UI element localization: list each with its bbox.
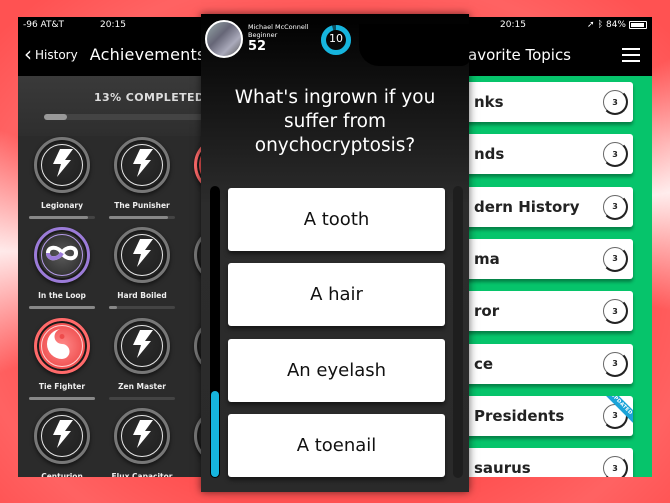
achievement-progress-bar <box>29 306 95 309</box>
achievement-name: Zen Master <box>118 382 166 391</box>
lightning-icon <box>131 149 153 181</box>
topic-name: ror <box>474 302 500 321</box>
achievement-name: Flux Capacitor <box>111 472 173 477</box>
completion-progress-bar <box>44 114 208 120</box>
topics-screen: 20:15 ➚ ᛒ 84% avorite Topics nks 3 nds 3 der… <box>440 17 652 477</box>
status-bar: 20:15 ➚ ᛒ 84% <box>440 17 652 33</box>
topic-name: dern History <box>474 197 580 216</box>
opponent-area <box>359 24 469 66</box>
topic-level-badge: 3 <box>602 141 628 168</box>
achievement-progress-fill <box>29 306 95 309</box>
status-indicators: ➚ ᛒ 84% <box>587 20 647 30</box>
topic-level-badge: 3 <box>602 245 628 272</box>
topic-name: nds <box>474 145 505 164</box>
lightning-icon <box>131 239 153 271</box>
answer-button[interactable]: A toenail <box>228 414 445 477</box>
yin-yang-icon <box>45 327 79 365</box>
achievement-progress-bar <box>109 397 175 400</box>
player-score: 52 <box>248 39 267 54</box>
bluetooth-icon: ᛒ <box>597 20 603 30</box>
topic-level-badge: 3 <box>602 193 628 220</box>
achievement-name: Tie Fighter <box>38 382 86 391</box>
achievement-medal <box>114 318 170 374</box>
battery-percent: 84% <box>605 20 626 30</box>
achievement-progress-bar <box>109 306 175 309</box>
chevron-left-icon: ‹ <box>24 41 32 66</box>
player-name: Michael McConnell <box>248 23 309 31</box>
menu-icon[interactable] <box>622 47 640 62</box>
achievement-name: Centurion <box>41 472 83 477</box>
lightning-icon <box>131 330 153 362</box>
back-label: History <box>35 47 78 62</box>
topic-level-badge: 3 <box>602 89 628 115</box>
topic-level-badge: 3 <box>603 455 628 477</box>
achievement-item[interactable]: Zen Master <box>102 318 182 410</box>
achievement-item[interactable]: The Punisher <box>102 137 182 229</box>
location-icon: ➚ <box>587 20 595 30</box>
avatar[interactable] <box>205 20 243 58</box>
achievement-name: Hard Boiled <box>117 291 167 300</box>
achievement-progress-bar <box>29 397 95 400</box>
countdown-timer: 10 <box>320 24 352 56</box>
nav-bar: avorite Topics <box>440 33 652 76</box>
achievement-item[interactable]: Legionary <box>22 137 102 229</box>
achievement-progress-bar <box>29 216 95 219</box>
page-title: Achievements <box>89 45 206 64</box>
answer-button[interactable]: An eyelash <box>228 339 445 402</box>
time-remaining-bar <box>210 186 220 478</box>
time-remaining-fill <box>211 391 219 477</box>
page-title: avorite Topics <box>468 45 572 64</box>
topic-name: saurus <box>474 459 531 477</box>
achievement-name: Legionary <box>41 201 83 210</box>
achievement-medal <box>114 227 170 283</box>
achievement-medal <box>114 408 170 464</box>
infinity-icon <box>44 244 80 266</box>
completion-progress-fill <box>44 114 67 120</box>
topic-level-badge: 3 <box>602 350 628 377</box>
achievement-item[interactable]: Flux Capacitor <box>102 408 182 477</box>
achievement-item[interactable]: Hard Boiled <box>102 227 182 319</box>
timer-value: 10 <box>329 32 343 45</box>
achievement-item[interactable]: Tie Fighter <box>22 318 102 410</box>
completion-label: 13% COMPLETED <box>94 91 205 104</box>
achievement-name: The Punisher <box>114 201 170 210</box>
question-text: What's ingrown if you suffer from onycho… <box>234 87 436 156</box>
topic-name: ma <box>474 249 500 268</box>
topic-name: nks <box>474 93 504 111</box>
status-bar: -96 AT&T 20:15 <box>18 17 208 33</box>
quiz-screen: Michael McConnell Beginner 52 10 What's … <box>201 14 469 492</box>
back-button[interactable]: ‹ History <box>24 41 78 66</box>
lightning-icon <box>131 420 153 452</box>
achievement-progress-bar <box>109 216 175 219</box>
achievement-name: In the Loop <box>38 291 86 300</box>
lightning-icon <box>51 420 73 452</box>
achievement-progress-fill <box>109 306 117 309</box>
completion-section: 13% COMPLETED <box>18 76 208 136</box>
answer-button[interactable]: A tooth <box>228 188 445 251</box>
answer-button[interactable]: A hair <box>228 263 445 326</box>
achievement-medal <box>34 137 90 193</box>
player-level: Beginner <box>248 31 278 39</box>
achievement-medal <box>34 408 90 464</box>
battery-icon <box>629 21 647 29</box>
status-time: 20:15 <box>500 20 526 30</box>
achievement-medal <box>34 318 90 374</box>
achievement-medal <box>34 227 90 283</box>
nav-bar: ‹ History Achievements <box>18 33 208 76</box>
topic-name: Presidents <box>474 406 565 425</box>
achievements-screen: -96 AT&T 20:15 ‹ History Achievements 13… <box>18 17 208 477</box>
achievement-progress-fill <box>29 397 95 400</box>
opponent-score-bar <box>453 186 463 478</box>
topic-level-badge: 3 <box>602 298 628 325</box>
lightning-icon <box>51 149 73 181</box>
achievement-item[interactable]: In the Loop <box>22 227 102 319</box>
achievement-item[interactable]: Centurion <box>22 408 102 477</box>
achievement-progress-fill <box>29 216 89 219</box>
achievement-progress-fill <box>109 216 169 219</box>
status-time: 20:15 <box>100 20 126 30</box>
achievement-medal <box>114 137 170 193</box>
topic-name: ce <box>474 354 494 373</box>
